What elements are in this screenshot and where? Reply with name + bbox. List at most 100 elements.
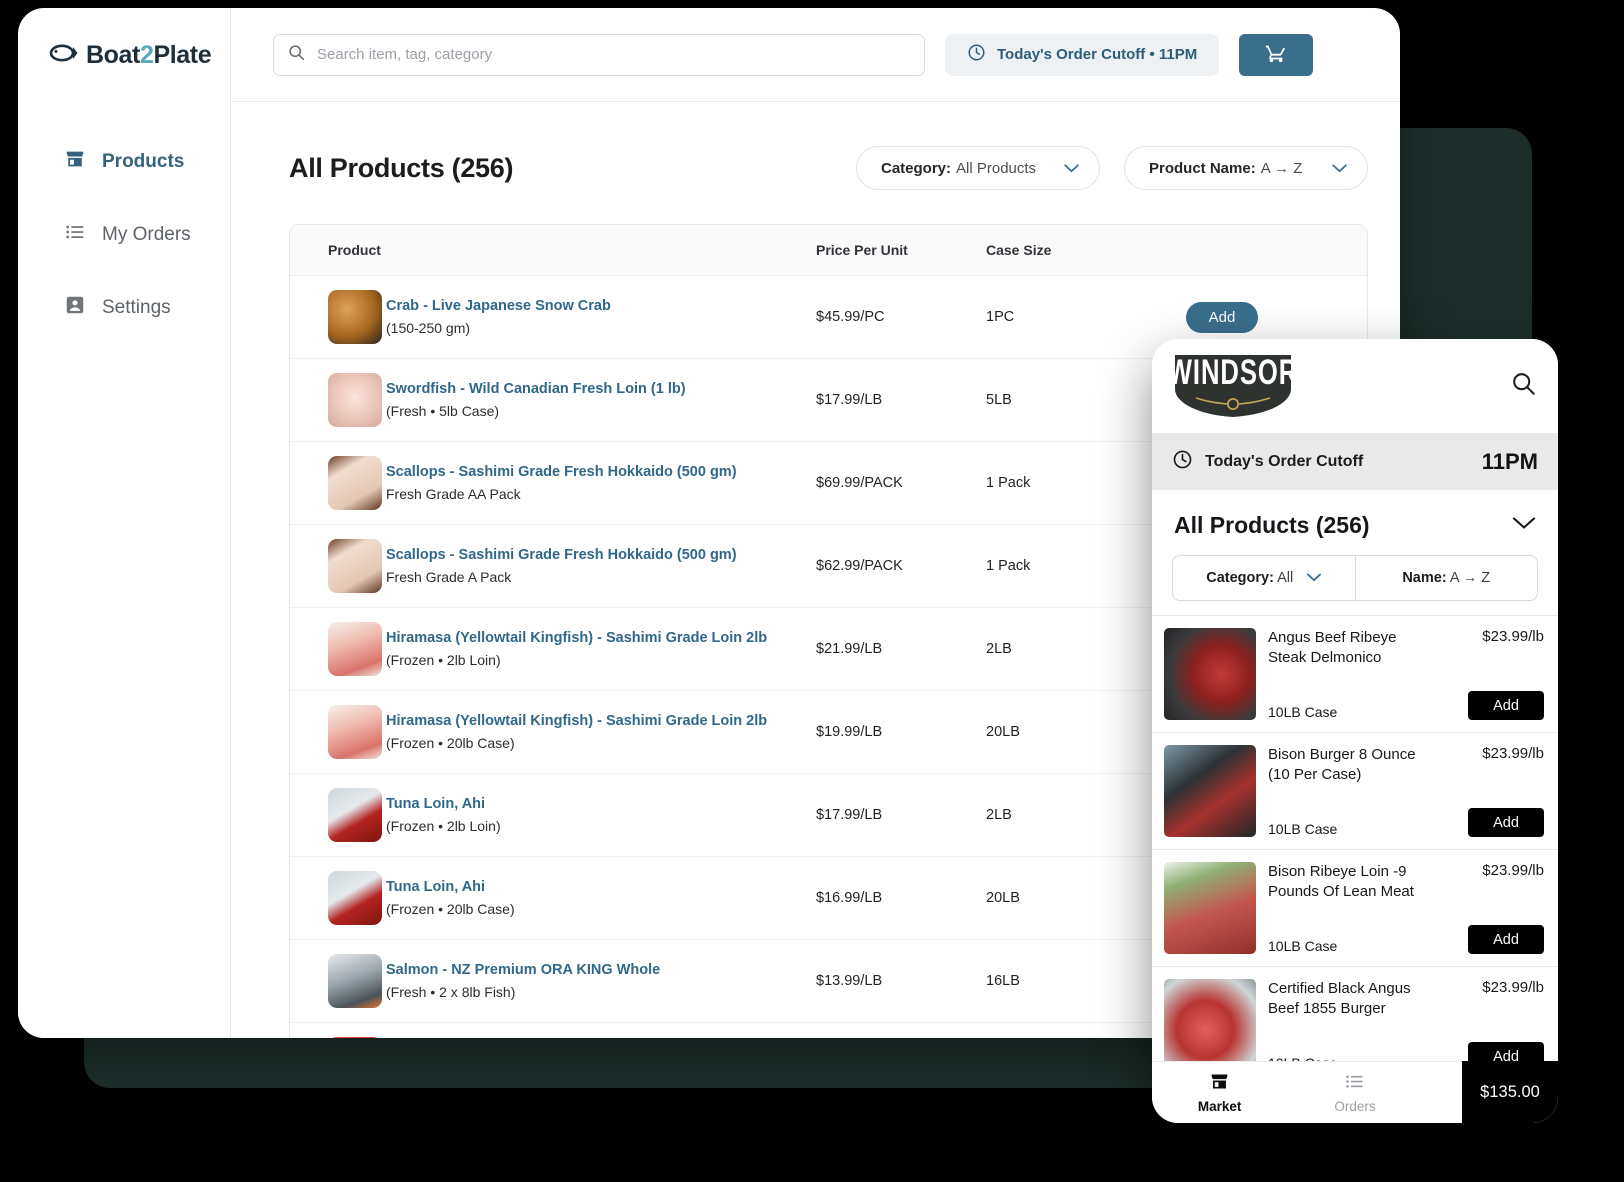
mobile-sort-value: A → Z (1449, 570, 1491, 586)
mobile-product-case-size: 10LB Case (1268, 821, 1338, 837)
product-name-cell: Tuna - Bluefin Akami Saku Loin Superfroz… (386, 1023, 816, 1039)
product-thumbnail-cell (290, 1023, 386, 1038)
mobile-add-to-cart-button[interactable]: Add (1468, 808, 1544, 837)
add-to-cart-button[interactable]: Add (1186, 301, 1258, 333)
product-thumbnail (328, 788, 382, 842)
chevron-down-icon (1064, 161, 1079, 176)
mobile-order-cutoff-bar: Today's Order Cutoff 11PM (1152, 433, 1558, 490)
product-thumbnail-cell (290, 358, 386, 442)
main-header: All Products (256) Category: All Products… (289, 146, 1368, 190)
mobile-product-name[interactable]: Bison Ribeye Loin -9 Pounds Of Lean Meat (1268, 862, 1436, 902)
mobile-category-filter[interactable]: Category: All (1172, 555, 1356, 601)
mobile-product-price: $23.99/lb (1482, 745, 1544, 762)
mobile-list-item: Angus Beef Ribeye Steak Delmonico 10LB Ca… (1152, 616, 1558, 733)
search-input[interactable] (317, 46, 910, 63)
product-name-link[interactable]: Swordfish - Wild Canadian Fresh Loin (1 … (386, 381, 816, 397)
mobile-name-sort-filter[interactable]: Name: A → Z (1355, 555, 1538, 601)
mobile-product-info: Bison Ribeye Loin -9 Pounds Of Lean Meat… (1268, 862, 1436, 954)
product-name-link[interactable]: Tuna Loin, Ahi (386, 796, 816, 812)
product-subtitle: (Fresh • 5lb Case) (386, 403, 500, 419)
product-thumbnail-cell (290, 856, 386, 940)
table-head: Product Price Per Unit Case Size (290, 225, 1367, 276)
product-name-cell: Scallops - Sashimi Grade Fresh Hokkaido … (386, 441, 816, 525)
product-name-link[interactable]: Salmon - NZ Premium ORA KING Whole (386, 962, 816, 978)
search-box[interactable] (273, 33, 925, 76)
product-name-link[interactable]: Scallops - Sashimi Grade Fresh Hokkaido … (386, 547, 816, 563)
mobile-product-thumbnail (1164, 628, 1256, 720)
mobile-product-action: $23.99/lb Add (1448, 862, 1544, 954)
product-thumbnail-cell (290, 607, 386, 691)
column-header-case-size: Case Size (986, 225, 1186, 276)
product-name-link[interactable]: Hiramasa (Yellowtail Kingfish) - Sashimi… (386, 630, 816, 646)
chevron-down-icon (1307, 570, 1322, 586)
storefront-icon (64, 148, 86, 176)
sort-filter-value: A → Z (1260, 159, 1303, 177)
mobile-product-action: $23.99/lb Add (1448, 979, 1544, 1071)
mobile-tab-bar: Market Orders Account $135.00 (1152, 1061, 1558, 1123)
product-name-link[interactable]: Crab - Live Japanese Snow Crab (386, 298, 816, 314)
column-header-product: Product (290, 225, 816, 276)
chevron-down-icon (1332, 161, 1347, 176)
mobile-product-action: $23.99/lb Add (1448, 745, 1544, 837)
mobile-product-name[interactable]: Angus Beef Ribeye Steak Delmonico (1268, 628, 1436, 668)
product-name-link[interactable]: Tuna Loin, Ahi (386, 879, 816, 895)
mobile-category-label: Category: (1206, 570, 1274, 586)
product-thumbnail-cell (290, 939, 386, 1023)
product-thumbnail (328, 871, 382, 925)
brand-logo[interactable]: Boat2Plate (18, 8, 230, 102)
sidebar-item-settings[interactable]: Settings (18, 286, 230, 330)
mobile-product-thumbnail (1164, 745, 1256, 837)
mobile-search-icon[interactable] (1511, 371, 1536, 401)
product-name-sort-filter[interactable]: Product Name: A → Z (1124, 146, 1368, 190)
mobile-tab-market[interactable]: Market (1152, 1071, 1287, 1114)
product-thumbnail (328, 1037, 382, 1038)
product-thumbnail-cell (290, 524, 386, 608)
mobile-tab-label: Orders (1334, 1099, 1376, 1114)
product-thumbnail (328, 622, 382, 676)
mobile-add-to-cart-button[interactable]: Add (1468, 925, 1544, 954)
mobile-product-thumbnail (1164, 862, 1256, 954)
product-name-link[interactable]: Scallops - Sashimi Grade Fresh Hokkaido … (386, 464, 816, 480)
search-icon (288, 44, 305, 66)
column-header-price: Price Per Unit (816, 225, 986, 276)
product-price: $32.99/LB (816, 1023, 986, 1039)
product-case-size: 1PC (986, 275, 1186, 359)
mobile-cart-total-button[interactable]: $135.00 (1462, 1061, 1558, 1123)
product-name-link[interactable]: Hiramasa (Yellowtail Kingfish) - Sashimi… (386, 713, 816, 729)
product-thumbnail (328, 373, 382, 427)
product-price: $69.99/PACK (816, 441, 986, 525)
product-price: $19.99/LB (816, 690, 986, 774)
product-name-cell: Salmon - NZ Premium ORA KING Whole (Fresh… (386, 939, 816, 1023)
mobile-list-item: Bison Ribeye Loin -9 Pounds Of Lean Meat… (1152, 850, 1558, 967)
mobile-product-info: Certified Black Angus Beef 1855 Burger10… (1268, 979, 1436, 1071)
chevron-down-icon[interactable] (1512, 516, 1536, 535)
filter-group: Category: All Products Product Name: A → Z (856, 146, 1368, 190)
svg-text:WINDSOR: WINDSOR (1172, 353, 1294, 392)
windsor-logo: WINDSOR (1168, 352, 1297, 419)
mobile-title-row[interactable]: All Products (256) (1152, 490, 1558, 555)
cart-button[interactable] (1239, 33, 1314, 76)
mobile-tab-orders[interactable]: Orders (1287, 1071, 1422, 1114)
product-price: $17.99/LB (816, 773, 986, 857)
product-subtitle: (Frozen • 20lb Case) (386, 735, 515, 751)
category-filter[interactable]: Category: All Products (856, 146, 1100, 190)
sidebar-item-my-orders[interactable]: My Orders (18, 213, 230, 257)
sidebar: Products My Orders Settings (18, 102, 230, 1038)
sidebar-item-products[interactable]: Products (18, 140, 230, 184)
order-cutoff-label: Today's Order Cutoff • 11PM (997, 46, 1198, 63)
mobile-product-info: Angus Beef Ribeye Steak Delmonico 10LB Ca… (1268, 628, 1436, 720)
shopping-cart-icon (1265, 42, 1287, 67)
product-name-cell: Swordfish - Wild Canadian Fresh Loin (1 … (386, 358, 816, 442)
product-subtitle: (Fresh • 2 x 8lb Fish) (386, 984, 516, 1000)
mobile-tab-label: Market (1197, 1099, 1242, 1114)
mobile-product-list: Angus Beef Ribeye Steak Delmonico 10LB Ca… (1152, 615, 1558, 1084)
mobile-filter-group: Category: All Name: A → Z (1152, 555, 1558, 615)
mobile-product-price: $23.99/lb (1482, 862, 1544, 879)
mobile-product-name[interactable]: Certified Black Angus Beef 1855 Burger (1268, 979, 1436, 1019)
mobile-add-to-cart-button[interactable]: Add (1468, 691, 1544, 720)
product-name-cell: Crab - Live Japanese Snow Crab (150-250 g… (386, 275, 816, 359)
mobile-product-price: $23.99/lb (1482, 628, 1544, 645)
product-subtitle: (Frozen • 2lb Loin) (386, 818, 501, 834)
mobile-product-name[interactable]: Bison Burger 8 Ounce (10 Per Case) (1268, 745, 1436, 785)
mobile-product-case-size: 10LB Case (1268, 938, 1338, 954)
